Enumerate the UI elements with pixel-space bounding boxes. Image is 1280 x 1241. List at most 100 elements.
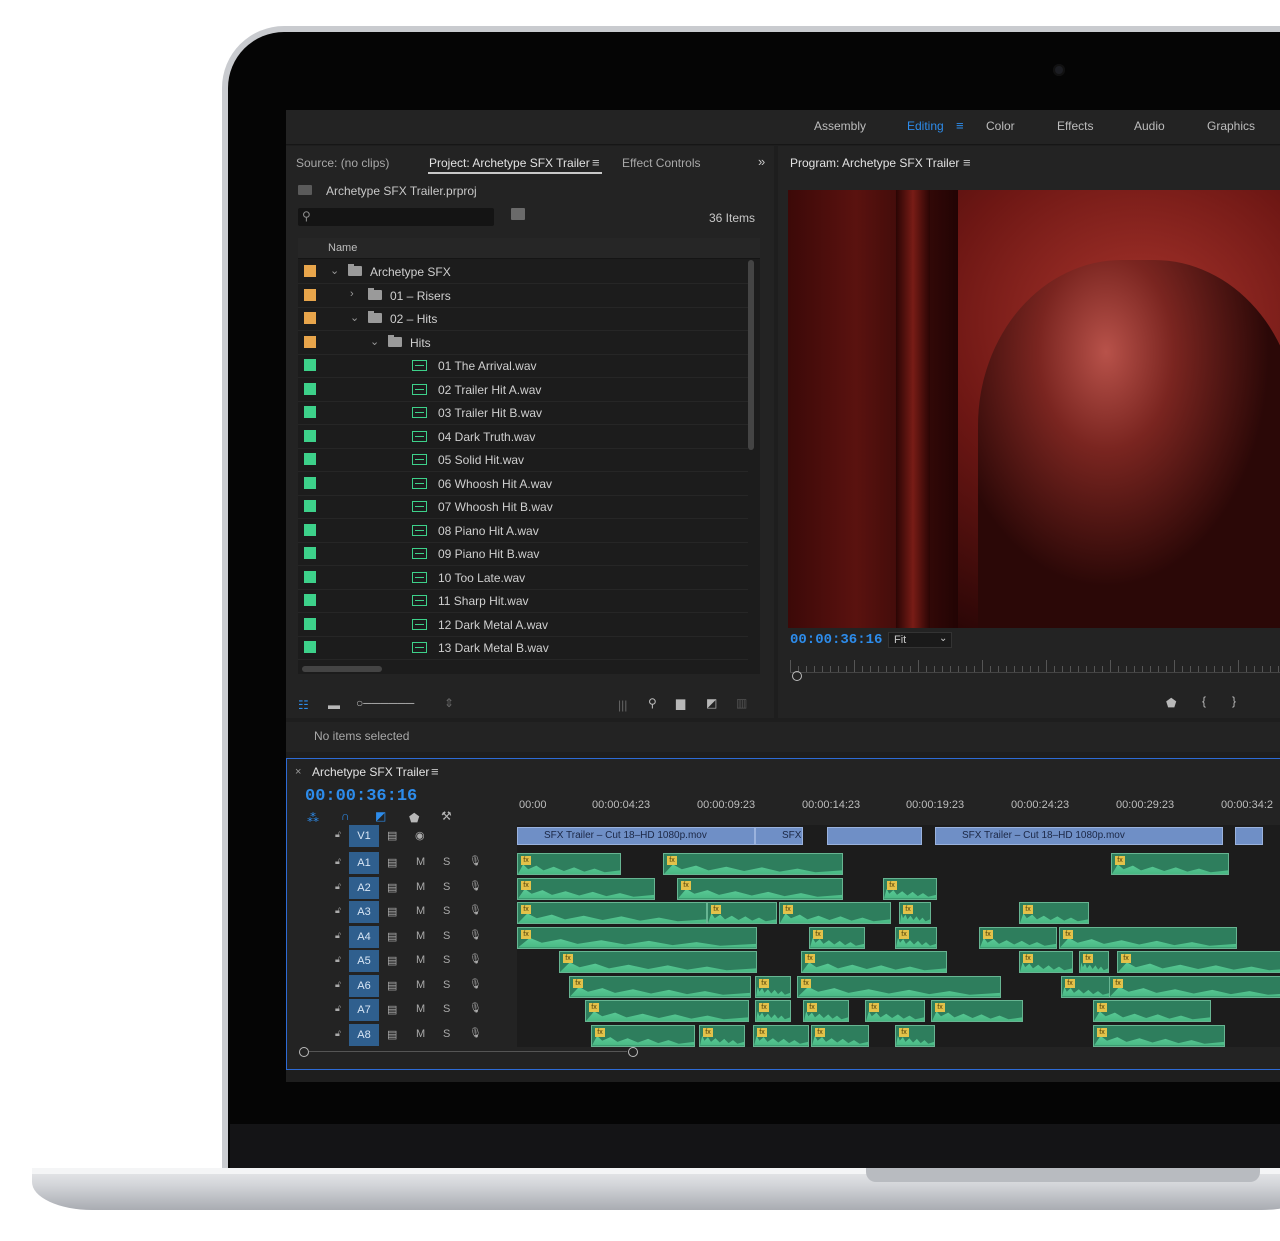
sync-lock-icon[interactable]: ▤ bbox=[387, 930, 397, 943]
fx-badge[interactable]: fx bbox=[899, 929, 909, 939]
microphone-icon[interactable]: 🎙︎ bbox=[469, 930, 482, 941]
mark-out-icon[interactable]: } bbox=[1232, 694, 1236, 708]
microphone-icon[interactable]: 🎙︎ bbox=[469, 979, 482, 990]
fx-badge[interactable]: fx bbox=[807, 1003, 817, 1012]
fx-badge[interactable]: fx bbox=[813, 929, 823, 939]
fx-badge[interactable]: fx bbox=[903, 905, 913, 914]
audio-clip[interactable]: fx bbox=[895, 1024, 935, 1047]
mute-button[interactable]: M bbox=[416, 856, 425, 868]
audio-clip[interactable]: fx bbox=[1059, 926, 1237, 949]
audio-clip[interactable]: fx bbox=[809, 926, 865, 949]
audio-clip[interactable]: fx bbox=[1019, 951, 1073, 973]
list-item[interactable]: 09 Piano Hit B.wav bbox=[298, 542, 748, 566]
chevron-down-icon[interactable]: ⌄ bbox=[330, 264, 339, 277]
audio-clip[interactable]: fx bbox=[517, 853, 621, 875]
program-menu-icon[interactable]: ≡ bbox=[963, 155, 971, 170]
label-color-swatch[interactable] bbox=[304, 265, 316, 277]
sequence-tab[interactable]: Archetype SFX Trailer bbox=[312, 765, 429, 779]
fx-badge[interactable]: fx bbox=[667, 856, 677, 865]
lock-icon[interactable]: 🔓︎ bbox=[335, 979, 341, 990]
track-name[interactable]: A1 bbox=[349, 852, 379, 874]
new-item-icon[interactable]: ◩ bbox=[706, 696, 717, 710]
audio-clip[interactable]: fx bbox=[1111, 853, 1229, 875]
fx-badge[interactable]: fx bbox=[521, 856, 531, 865]
fx-badge[interactable]: fx bbox=[521, 905, 531, 914]
solo-button[interactable]: S bbox=[443, 881, 450, 893]
microphone-icon[interactable]: 🎙︎ bbox=[469, 954, 482, 965]
sync-lock-icon[interactable]: ▤ bbox=[387, 829, 397, 842]
more-panels-icon[interactable]: » bbox=[758, 154, 765, 169]
audio-clip[interactable]: fx bbox=[517, 902, 707, 924]
fx-badge[interactable]: fx bbox=[1083, 954, 1093, 963]
workspace-effects[interactable]: Effects bbox=[1057, 119, 1093, 133]
fx-badge[interactable]: fx bbox=[983, 929, 993, 939]
label-color-swatch[interactable] bbox=[304, 359, 316, 371]
fx-badge[interactable]: fx bbox=[887, 880, 897, 890]
label-color-swatch[interactable] bbox=[304, 641, 316, 653]
workspace-assembly[interactable]: Assembly bbox=[814, 119, 866, 133]
audio-clip[interactable]: fx bbox=[801, 951, 947, 973]
fx-badge[interactable]: fx bbox=[1097, 1027, 1107, 1037]
label-color-swatch[interactable] bbox=[304, 594, 316, 606]
fx-badge[interactable]: fx bbox=[1121, 954, 1131, 963]
tab-effect-controls[interactable]: Effect Controls bbox=[622, 156, 700, 170]
list-item[interactable]: 03 Trailer Hit B.wav bbox=[298, 401, 748, 425]
label-color-swatch[interactable] bbox=[304, 429, 316, 442]
list-item[interactable]: 12 Dark Metal A.wav bbox=[298, 613, 748, 637]
track-name[interactable]: A3 bbox=[349, 901, 379, 923]
video-clip[interactable]: SFX Trailer – Cut 18–HD 1080p.mov bbox=[935, 827, 1223, 845]
label-color-swatch[interactable] bbox=[304, 476, 316, 489]
automate-sequence-icon[interactable]: ||| bbox=[618, 698, 627, 712]
fx-badge[interactable]: fx bbox=[681, 880, 691, 890]
audio-clip[interactable]: fx bbox=[865, 1000, 925, 1022]
zoom-slider-icon[interactable]: ○────── bbox=[356, 696, 414, 710]
track-name[interactable]: A8 bbox=[349, 1023, 379, 1046]
zoom-scrollbar[interactable] bbox=[309, 1051, 627, 1052]
solo-button[interactable]: S bbox=[443, 905, 450, 917]
audio-clip[interactable]: fx bbox=[755, 975, 791, 998]
fx-badge[interactable]: fx bbox=[521, 880, 531, 890]
audio-clip[interactable]: fx bbox=[811, 1024, 869, 1047]
fx-badge[interactable]: fx bbox=[783, 905, 793, 914]
list-item[interactable]: ⌄ Archetype SFX bbox=[298, 260, 748, 284]
audio-clip[interactable]: fx bbox=[1061, 975, 1111, 998]
tab-project[interactable]: Project: Archetype SFX Trailer bbox=[429, 156, 590, 170]
fx-badge[interactable]: fx bbox=[759, 978, 769, 988]
fx-badge[interactable]: fx bbox=[1115, 856, 1125, 865]
close-icon[interactable]: × bbox=[295, 766, 301, 778]
fx-badge[interactable]: fx bbox=[563, 954, 573, 963]
microphone-icon[interactable]: 🎙︎ bbox=[469, 856, 482, 867]
video-clip[interactable]: SFX bbox=[755, 827, 803, 845]
playhead-handle[interactable] bbox=[792, 671, 802, 681]
timeline-menu-icon[interactable]: ≡ bbox=[431, 764, 439, 779]
list-item[interactable]: ⌄ Hits bbox=[298, 331, 748, 355]
audio-clip[interactable]: fx bbox=[663, 853, 843, 875]
sync-lock-icon[interactable]: ▤ bbox=[387, 905, 397, 918]
list-item[interactable]: 07 Whoosh Hit B.wav bbox=[298, 495, 748, 519]
audio-clip[interactable]: fx bbox=[931, 1000, 1023, 1022]
chevron-right-icon[interactable]: › bbox=[350, 288, 354, 300]
audio-clip[interactable]: fx bbox=[1093, 1024, 1225, 1047]
mute-button[interactable]: M bbox=[416, 881, 425, 893]
audio-clip[interactable]: fx bbox=[517, 926, 757, 949]
sync-lock-icon[interactable]: ▤ bbox=[387, 979, 397, 992]
label-color-swatch[interactable] bbox=[304, 406, 316, 418]
track-name[interactable]: A4 bbox=[349, 925, 379, 948]
audio-clip[interactable]: fx bbox=[1109, 975, 1280, 998]
track-name[interactable]: A2 bbox=[349, 876, 379, 899]
fx-badge[interactable]: fx bbox=[1063, 929, 1073, 939]
list-item[interactable]: › 01 – Risers bbox=[298, 284, 748, 308]
fx-badge[interactable]: fx bbox=[1023, 905, 1033, 914]
track-name[interactable]: A7 bbox=[349, 999, 379, 1021]
fx-badge[interactable]: fx bbox=[595, 1027, 605, 1037]
label-color-swatch[interactable] bbox=[304, 382, 316, 395]
fx-badge[interactable]: fx bbox=[521, 929, 531, 939]
label-color-swatch[interactable] bbox=[304, 312, 316, 324]
sort-icon[interactable]: ⇕ bbox=[444, 696, 454, 710]
microphone-icon[interactable]: 🎙︎ bbox=[469, 1003, 482, 1014]
workspace-audio[interactable]: Audio bbox=[1134, 119, 1165, 133]
horizontal-scrollbar[interactable] bbox=[302, 666, 382, 672]
audio-clip[interactable]: fx bbox=[755, 1000, 791, 1022]
list-item[interactable]: 05 Solid Hit.wav bbox=[298, 448, 748, 472]
fx-badge[interactable]: fx bbox=[703, 1027, 713, 1037]
